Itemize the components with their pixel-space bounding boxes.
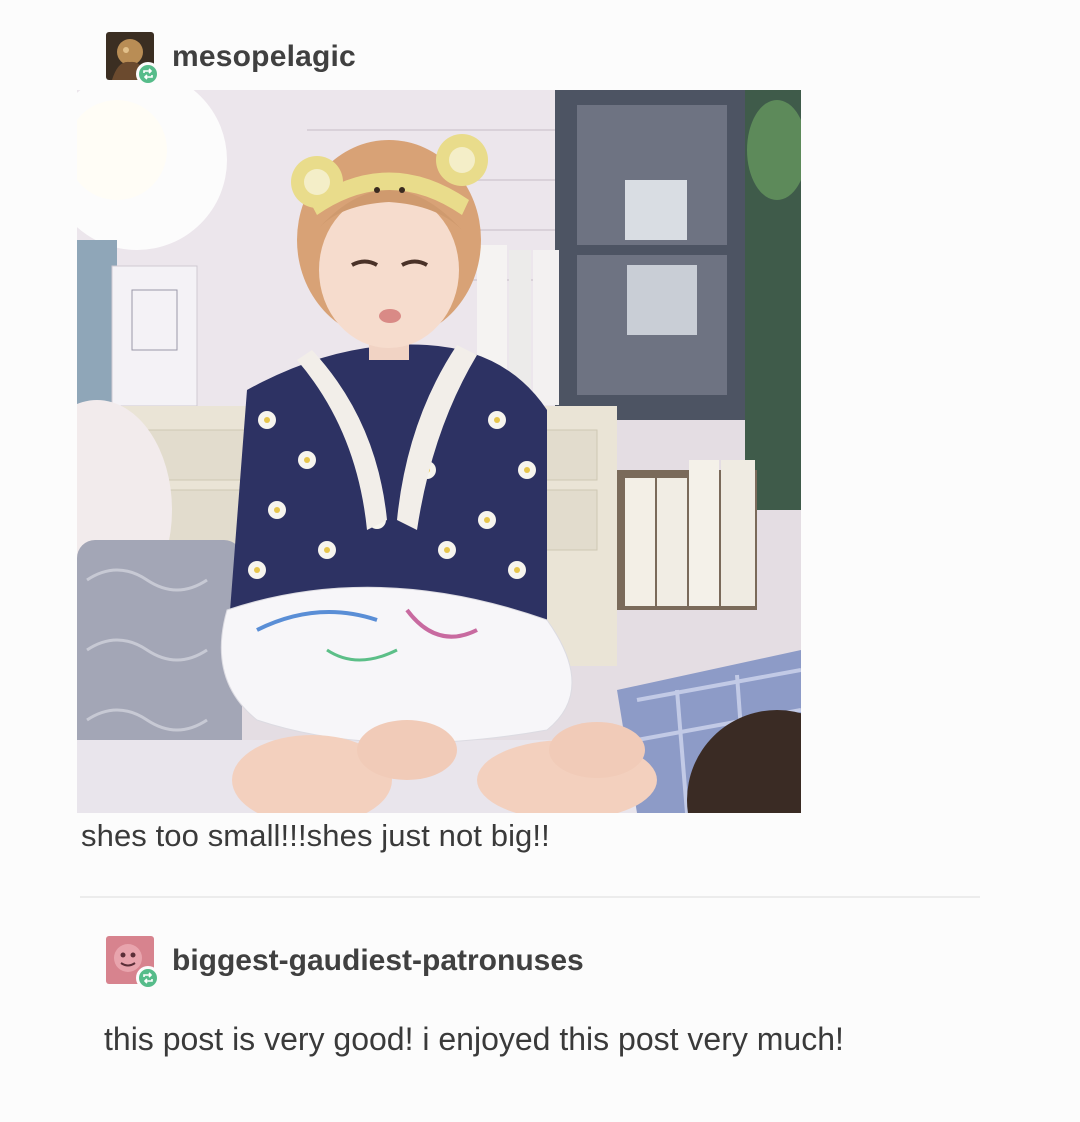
reply-body: this post is very good! i enjoyed this p…	[104, 1021, 844, 1057]
post-caption: shes too small!!!shes just not big!!	[81, 818, 550, 853]
reblog-icon	[136, 966, 160, 990]
reply-header: biggest-gaudiest-patronuses	[106, 936, 584, 990]
post-author-name[interactable]: mesopelagic	[172, 40, 356, 74]
tumblr-post-screenshot: mesopelagic shes too small!!!shes just n…	[0, 0, 1080, 1122]
post-header: mesopelagic	[106, 32, 356, 86]
author-avatar[interactable]	[106, 32, 160, 86]
reblog-icon	[136, 62, 160, 86]
reply-author-avatar[interactable]	[106, 936, 160, 990]
post-photo[interactable]	[77, 90, 801, 813]
reply-author-name[interactable]: biggest-gaudiest-patronuses	[172, 944, 584, 978]
divider	[80, 896, 980, 898]
